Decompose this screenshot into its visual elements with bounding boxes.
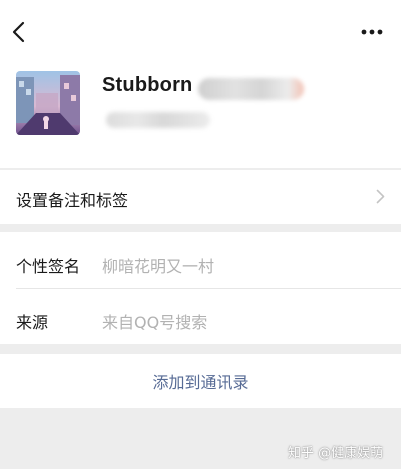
divider xyxy=(16,288,401,289)
source-label: 来源 xyxy=(16,313,49,332)
profile-name: Stubborn xyxy=(102,74,193,96)
watermark: 知乎 @健康娱萌 xyxy=(288,446,384,461)
signature-value: 柳暗花明又一村 xyxy=(102,257,215,276)
signature-label: 个性签名 xyxy=(16,257,81,276)
profile-name-row: Stubborn xyxy=(102,74,304,102)
add-to-contacts-button[interactable]: 添加到通讯录 xyxy=(0,354,401,408)
add-contact-row: 添加到通讯录 xyxy=(0,354,401,408)
chevron-right-icon xyxy=(376,189,385,204)
name-redaction xyxy=(198,78,304,100)
chevron-left-icon[interactable] xyxy=(10,21,30,43)
more-dots-icon[interactable] xyxy=(360,28,384,36)
source-value: 来自QQ号搜索 xyxy=(102,313,208,332)
id-redaction xyxy=(106,112,210,128)
info-section: 个性签名 柳暗花明又一村 来源 来自QQ号搜索 xyxy=(0,232,401,344)
remark-label: 设置备注和标签 xyxy=(16,191,129,210)
profile-header: Stubborn xyxy=(0,0,401,168)
avatar[interactable] xyxy=(16,71,80,135)
remark-and-tags-row[interactable]: 设置备注和标签 xyxy=(0,170,401,224)
